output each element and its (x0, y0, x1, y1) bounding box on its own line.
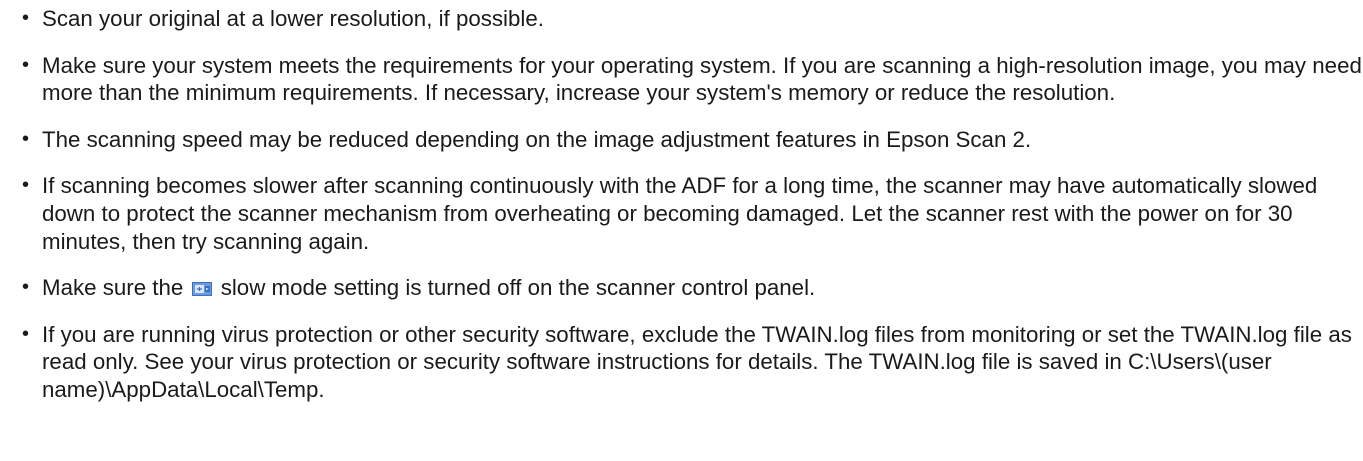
bullet-marker: • (22, 127, 30, 150)
list-item: • If scanning becomes slower after scann… (0, 172, 1362, 255)
list-item-text-before-icon: Make sure the (42, 275, 184, 301)
bullet-marker: • (22, 7, 30, 29)
bullet-list: • Scan your original at a lower resoluti… (0, 5, 1363, 404)
list-item-text: The scanning speed may be reduced depend… (42, 126, 1032, 152)
bullet-marker: • (22, 174, 30, 197)
bullet-marker: • (22, 53, 30, 76)
troubleshooting-document: • Scan your original at a lower resoluti… (0, 0, 1363, 461)
list-item-text: If you are running virus protection or o… (42, 321, 1352, 402)
bullet-marker: • (22, 276, 30, 299)
list-item-text: Scan your original at a lower resolution… (42, 6, 544, 31)
list-item: • If you are running virus protection or… (0, 321, 1362, 404)
list-item: • The scanning speed may be reduced depe… (0, 126, 1362, 154)
bullet-marker: • (22, 322, 30, 345)
list-item-text: Make sure your system meets the requirem… (42, 52, 1362, 106)
list-item-text-after-icon: slow mode setting is turned off on the s… (220, 275, 816, 301)
list-item: • Scan your original at a lower resoluti… (0, 5, 1362, 33)
list-item-text: If scanning becomes slower after scannin… (42, 173, 1318, 254)
list-item: • Make sure your system meets the requir… (0, 52, 1362, 107)
list-item: • Make sure the slow mode setting is tur… (0, 274, 1362, 302)
slow-mode-icon (191, 275, 212, 297)
